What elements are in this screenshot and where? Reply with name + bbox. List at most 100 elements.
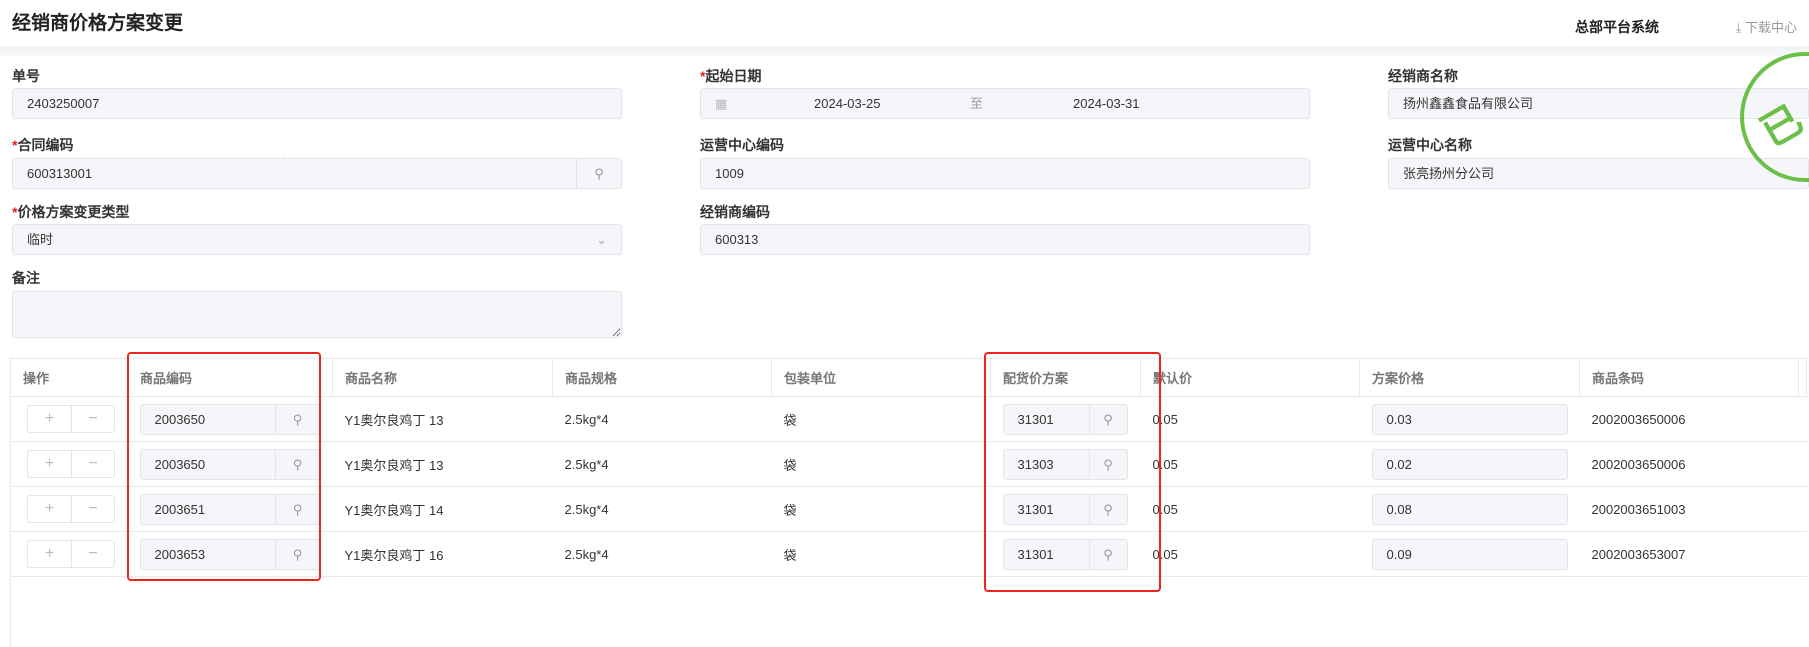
search-icon[interactable]: ⚲ (1088, 404, 1127, 434)
dealer-code-field[interactable]: 600313 (700, 224, 1310, 255)
actions-cell: + − (10, 486, 128, 532)
divider (0, 46, 1809, 56)
col-header: 商品编码 (127, 358, 333, 397)
start-date-label: *起始日期 (700, 68, 762, 84)
plan-input[interactable]: 31301 ⚲ (1002, 493, 1128, 525)
plan-price-cell: 0.03 (1359, 396, 1580, 442)
col-header: 商品规格 (552, 358, 772, 397)
search-icon[interactable]: ⚲ (274, 539, 320, 569)
product-name-cell: Y1奥尔良鸡丁 14 (332, 486, 553, 532)
product-code-input[interactable]: 2003650 ⚲ (139, 403, 321, 435)
date-from[interactable]: 2024-03-25 (814, 89, 881, 118)
ops-center-code-label: 运营中心编码 (700, 137, 784, 153)
download-icon: ⤓ (1735, 20, 1745, 35)
date-to[interactable]: 2024-03-31 (1073, 89, 1140, 118)
add-row-button[interactable]: + (28, 541, 71, 567)
search-icon[interactable]: ⚲ (1088, 449, 1127, 479)
table-header: 操作 商品编码 商品名称 商品规格 包装单位 配货价方案 默认价 方案价格 商品… (10, 358, 1807, 397)
product-code-cell: 2003653 ⚲ (127, 531, 333, 577)
contract-code-label: *合同编码 (12, 137, 74, 153)
plan-cell: 31301 ⚲ (990, 486, 1141, 532)
col-header (1798, 358, 1807, 397)
ops-center-name-field[interactable]: 张亮扬州分公司 (1388, 158, 1809, 189)
search-icon[interactable]: ⚲ (1088, 539, 1127, 569)
remark-label: 备注 (12, 270, 40, 286)
plan-price-input[interactable]: 0.08 (1371, 493, 1568, 525)
unit-cell: 袋 (771, 531, 991, 577)
remove-row-button[interactable]: − (71, 541, 114, 567)
dealer-name-label: 经销商名称 (1388, 68, 1458, 84)
col-header: 商品名称 (332, 358, 553, 397)
ops-center-code-field[interactable]: 1009 (700, 158, 1310, 189)
spec-cell: 2.5kg*4 (552, 486, 772, 532)
table-row: + − 2003653 ⚲ Y1奥尔良鸡丁 16 2.5kg*4 袋 31301 ⚲ … (10, 531, 1807, 577)
contract-code-field[interactable]: 600313001 ⚲ (12, 158, 622, 189)
add-row-button[interactable]: + (28, 406, 71, 432)
plan-price-input[interactable]: 0.09 (1371, 538, 1568, 570)
extra-cell (1798, 486, 1807, 532)
col-header: 操作 (10, 358, 128, 397)
actions-cell: + − (10, 441, 128, 487)
plan-cell: 31303 ⚲ (990, 441, 1141, 487)
plan-cell: 31301 ⚲ (990, 396, 1141, 442)
default-price-cell: 0.05 (1140, 441, 1360, 487)
product-name-cell: Y1奥尔良鸡丁 13 (332, 396, 553, 442)
default-price-cell: 0.05 (1140, 396, 1360, 442)
search-icon[interactable]: ⚲ (274, 494, 320, 524)
plan-price-cell: 0.09 (1359, 531, 1580, 577)
plan-price-input[interactable]: 0.03 (1371, 403, 1568, 435)
search-icon[interactable]: ⚲ (274, 404, 320, 434)
default-price-cell: 0.05 (1140, 486, 1360, 532)
add-row-button[interactable]: + (28, 496, 71, 522)
product-code-cell: 2003651 ⚲ (127, 486, 333, 532)
change-type-select[interactable]: 临时 ⌄ (12, 224, 622, 255)
unit-cell: 袋 (771, 396, 991, 442)
barcode-cell: 2002003650006 (1579, 396, 1799, 442)
plan-price-cell: 0.02 (1359, 441, 1580, 487)
col-header: 默认价 (1140, 358, 1360, 397)
plan-input[interactable]: 31301 ⚲ (1002, 538, 1128, 570)
plan-cell: 31301 ⚲ (990, 531, 1141, 577)
page-title: 经销商价格方案变更 (12, 13, 184, 34)
search-icon[interactable]: ⚲ (1088, 494, 1127, 524)
table-row: + − 2003650 ⚲ Y1奥尔良鸡丁 13 2.5kg*4 袋 31303 ⚲ … (10, 441, 1807, 487)
actions-cell: + − (10, 396, 128, 442)
search-icon[interactable]: ⚲ (274, 449, 320, 479)
spec-cell: 2.5kg*4 (552, 396, 772, 442)
col-header: 方案价格 (1359, 358, 1580, 397)
barcode-cell: 2002003651003 (1579, 486, 1799, 532)
remove-row-button[interactable]: − (71, 496, 114, 522)
dealer-code-label: 经销商编码 (700, 204, 770, 220)
add-row-button[interactable]: + (28, 451, 71, 477)
product-code-input[interactable]: 2003650 ⚲ (139, 448, 321, 480)
default-price-cell: 0.05 (1140, 531, 1360, 577)
product-code-input[interactable]: 2003653 ⚲ (139, 538, 321, 570)
remark-textarea[interactable] (12, 291, 622, 338)
plan-price-input[interactable]: 0.02 (1371, 448, 1568, 480)
remove-row-button[interactable]: − (71, 451, 114, 477)
change-type-label: *价格方案变更类型 (12, 204, 130, 220)
unit-cell: 袋 (771, 441, 991, 487)
order-no-field[interactable]: 2403250007 (12, 88, 622, 119)
actions-cell: + − (10, 531, 128, 577)
table-row: + − 2003650 ⚲ Y1奥尔良鸡丁 13 2.5kg*4 袋 31301 ⚲ … (10, 396, 1807, 442)
product-code-input[interactable]: 2003651 ⚲ (139, 493, 321, 525)
col-header: 配货价方案 (990, 358, 1141, 397)
extra-cell (1798, 396, 1807, 442)
system-name[interactable]: 总部平台系统 (1575, 17, 1659, 37)
remove-row-button[interactable]: − (71, 406, 114, 432)
top-bar: 经销商价格方案变更 总部平台系统 ⤓ 下载中心 (0, 0, 1809, 46)
barcode-cell: 2002003653007 (1579, 531, 1799, 577)
plan-input[interactable]: 31301 ⚲ (1002, 403, 1128, 435)
extra-cell (1798, 531, 1807, 577)
search-icon[interactable]: ⚲ (576, 159, 621, 188)
download-center-link[interactable]: ⤓ 下载中心 (1736, 17, 1797, 36)
product-name-cell: Y1奥尔良鸡丁 13 (332, 441, 553, 487)
plan-input[interactable]: 31303 ⚲ (1002, 448, 1128, 480)
date-range-picker[interactable]: ▦ 2024-03-25 至 2024-03-31 (700, 88, 1310, 119)
col-header: 包装单位 (771, 358, 991, 397)
product-code-cell: 2003650 ⚲ (127, 396, 333, 442)
table-row: + − 2003651 ⚲ Y1奥尔良鸡丁 14 2.5kg*4 袋 31301 ⚲ … (10, 486, 1807, 532)
extra-cell (1798, 441, 1807, 487)
col-header: 商品条码 (1579, 358, 1799, 397)
